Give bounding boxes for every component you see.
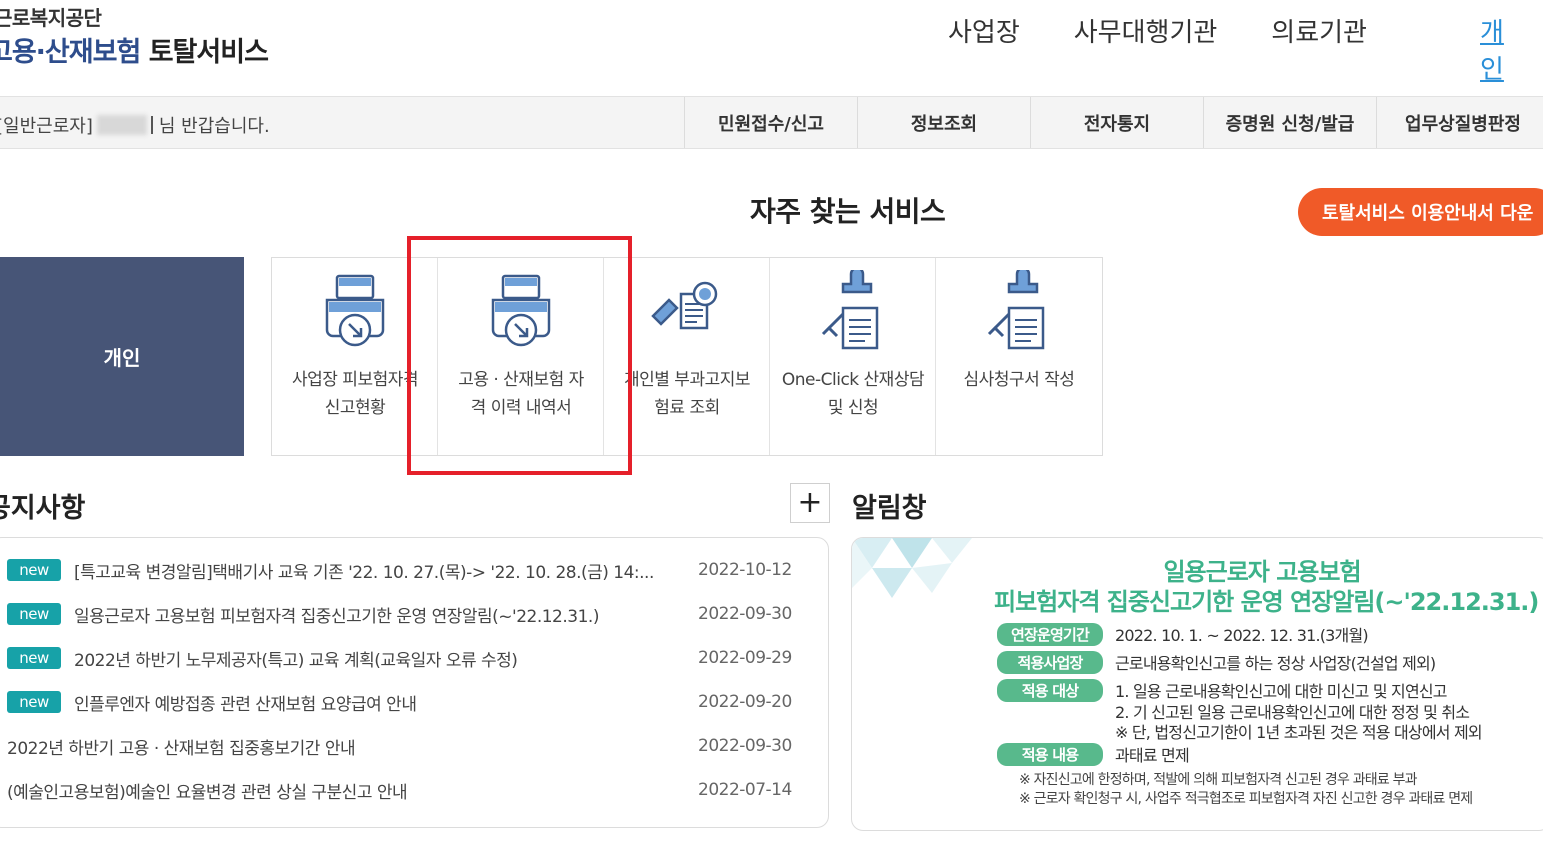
alert-sub-line: ※ 단, 법정신고기한이 1년 초과된 것은 적용 대상에서 제외: [1115, 723, 1483, 742]
alert-row: 적용사업장 근로내용확인신고를 하는 정상 사업장(건설업 제외): [997, 650, 1436, 674]
alert-footnote: ※ 근로자 확인청구 시, 사업주 적극협조로 피보험자격 자진 신고한 경우 …: [1019, 791, 1473, 807]
alert-headline-2: 피보험자격 집중신고기한 운영 연장알림(~'22.12.31.): [994, 588, 1539, 616]
nav-personal[interactable]: 개인: [1480, 12, 1504, 86]
list-item[interactable]: new [특고교육 변경알림]택배기사 교육 기존 '22. 10. 27.(목…: [7, 555, 807, 585]
tile-label: 개인별 부과고지보 험료 조회: [623, 370, 751, 418]
redacted-username: [96, 115, 147, 135]
service-tiles: 사업장 피보험자격 신고현황 고용 · 산재보험 자 격 이력 내역서 개인별 …: [271, 257, 1103, 456]
new-badge: new: [7, 691, 61, 713]
notice-date: 2022-07-14: [698, 780, 792, 800]
nav-medical[interactable]: 의료기관: [1271, 12, 1367, 49]
notice-more-button[interactable]: +: [790, 483, 830, 523]
search-document-icon: [650, 281, 717, 330]
notice-date: 2022-10-12: [698, 560, 792, 580]
menu-disease-judgment[interactable]: 업무상질병판정: [1376, 97, 1543, 148]
tile-label: 사업장 피보험자격 신고현황: [291, 370, 419, 418]
list-item[interactable]: (예술인고용보험)예술인 요율변경 관련 상실 구분신고 안내 2022-07-…: [7, 775, 807, 805]
menu-info-inquiry[interactable]: 정보조회: [857, 97, 1030, 148]
sub-navigation: 민원접수/신고 정보조회 전자통지 증명원 신청/발급 업무상질병판정: [684, 97, 1543, 148]
alert-tag: 적용 내용: [997, 742, 1103, 766]
list-item[interactable]: new 2022년 하반기 노무제공자(특고) 교육 계획(교육일자 오류 수정…: [7, 643, 807, 673]
service-title-blue: 고용·산재보험: [0, 37, 141, 68]
notice-text: (예술인고용보험)예술인 요율변경 관련 상실 구분신고 안내: [7, 782, 408, 803]
nav-business[interactable]: 사업장: [948, 12, 1020, 49]
notice-list: new [특고교육 변경알림]택배기사 교육 기존 '22. 10. 27.(목…: [0, 537, 829, 828]
alert-row: 적용 내용 과태료 면제: [997, 742, 1190, 766]
user-greeting: [일반근로자] 님 반갑습니다.: [0, 112, 270, 138]
notice-title: 공지사항: [0, 493, 86, 524]
service-title-dark: 토탈서비스: [148, 37, 269, 68]
alert-tag: 적용사업장: [997, 650, 1103, 674]
notice-date: 2022-09-20: [698, 692, 792, 712]
new-badge: new: [7, 647, 61, 669]
tile-insurance-history[interactable]: 고용 · 산재보험 자 격 이력 내역서: [438, 258, 604, 455]
divider: [150, 116, 153, 134]
printer-download-icon: [491, 274, 550, 347]
frequent-services-title: 자주 찾는 서비스: [750, 195, 946, 228]
new-badge: new: [7, 603, 61, 625]
alert-tag: 연장운영기간: [997, 622, 1103, 646]
menu-civil-report[interactable]: 민원접수/신고: [684, 97, 857, 148]
user-type: [일반근로자]: [0, 116, 93, 137]
menu-certificate[interactable]: 증명원 신청/발급: [1203, 97, 1376, 148]
tile-workplace-insured-status[interactable]: 사업장 피보험자격 신고현황: [272, 258, 438, 455]
notice-date: 2022-09-30: [698, 736, 792, 756]
notice-date: 2022-09-30: [698, 604, 792, 624]
greeting-text: 님 반갑습니다.: [158, 116, 270, 137]
alert-banner[interactable]: 일용근로자 고용보험 피보험자격 집중신고기한 운영 연장알림(~'22.12.…: [851, 537, 1543, 831]
printer-download-icon: [325, 274, 384, 347]
stamp-document-icon: [987, 270, 1045, 350]
tile-one-click-consult[interactable]: One-Click 산재상담 및 신청: [770, 258, 936, 455]
new-badge: new: [7, 559, 61, 581]
tile-appeal-form[interactable]: 심사청구서 작성: [936, 258, 1102, 455]
nav-agency[interactable]: 사무대행기관: [1074, 12, 1218, 49]
alert-row-text: 근로내용확인신고를 하는 정상 사업장(건설업 제외): [1115, 654, 1436, 673]
guide-download-button[interactable]: 토탈서비스 이용안내서 다운: [1298, 188, 1543, 236]
tile-label: 심사청구서 작성: [963, 370, 1075, 390]
stamp-document-icon: [821, 270, 878, 350]
service-logo[interactable]: 고용·산재보험 토탈서비스: [0, 30, 269, 69]
list-item[interactable]: new 인플루엔자 예방접종 관련 산재보험 요양급여 안내 2022-09-2…: [7, 687, 807, 717]
notice-text: 2022년 하반기 고용 · 산재보험 집중홍보기간 안내: [7, 738, 356, 759]
alert-footnote: ※ 자진신고에 한정하며, 적발에 의해 피보험자격 신고된 경우 과태료 부과: [1019, 772, 1418, 788]
tile-label: One-Click 산재상담 및 신청: [781, 370, 925, 418]
alert-row-text: 과태료 면제: [1115, 746, 1190, 765]
list-item[interactable]: 2022년 하반기 고용 · 산재보험 집중홍보기간 안내 2022-09-30: [7, 731, 807, 761]
alert-row-text: 2022. 10. 1. ~ 2022. 12. 31.(3개월): [1115, 626, 1369, 645]
top-navigation: 사업장 사무대행기관 의료기관 개인: [948, 12, 1504, 85]
list-item[interactable]: new 일용근로자 고용보험 피보험자격 집중신고기한 운영 연장알림(~'22…: [7, 599, 807, 629]
tile-label: 고용 · 산재보험 자 격 이력 내역서: [458, 370, 584, 418]
alert-tag: 적용 대상: [997, 678, 1103, 702]
personal-panel-label: 개인: [103, 346, 141, 370]
alert-row: 연장운영기간 2022. 10. 1. ~ 2022. 12. 31.(3개월): [997, 622, 1369, 646]
sub-menu-bar: [일반근로자] 님 반갑습니다. 민원접수/신고 정보조회 전자통지 증명원 신…: [0, 96, 1543, 149]
notice-date: 2022-09-29: [698, 648, 792, 668]
tile-premium-inquiry[interactable]: 개인별 부과고지보 험료 조회: [604, 258, 770, 455]
alert-title: 알림창: [852, 493, 927, 524]
personal-panel[interactable]: 개인: [0, 257, 244, 456]
menu-e-notice[interactable]: 전자통지: [1030, 97, 1203, 148]
org-name: 근로복지공단: [0, 6, 102, 30]
